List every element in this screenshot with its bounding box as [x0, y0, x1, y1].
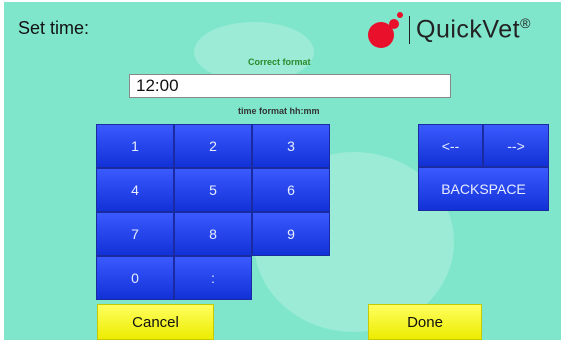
key-1[interactable]: 1 — [96, 124, 174, 168]
quickvet-logo: QuickVet® — [364, 8, 559, 52]
key-0[interactable]: 0 — [96, 256, 174, 300]
time-format-hint: time format hh:mm — [238, 106, 320, 116]
cursor-left-button[interactable]: <-- — [418, 124, 483, 167]
logo-text: QuickVet® — [416, 15, 531, 44]
key-6[interactable]: 6 — [252, 168, 330, 212]
backspace-button[interactable]: BACKSPACE — [418, 167, 549, 211]
drop-logo-icon — [368, 12, 403, 48]
done-button[interactable]: Done — [368, 304, 482, 340]
key-8[interactable]: 8 — [174, 212, 252, 256]
key-colon[interactable]: : — [174, 256, 252, 300]
set-time-screen: Set time: QuickVet® Correct format time … — [4, 2, 561, 340]
key-3[interactable]: 3 — [252, 124, 330, 168]
key-9[interactable]: 9 — [252, 212, 330, 256]
key-7[interactable]: 7 — [96, 212, 174, 256]
key-2[interactable]: 2 — [174, 124, 252, 168]
page-title: Set time: — [18, 18, 90, 38]
key-4[interactable]: 4 — [96, 168, 174, 212]
key-5[interactable]: 5 — [174, 168, 252, 212]
cursor-right-button[interactable]: --> — [483, 124, 549, 167]
format-valid-hint: Correct format — [248, 57, 311, 67]
time-input[interactable] — [129, 74, 451, 98]
background-shape — [194, 22, 314, 82]
logo-divider — [409, 16, 410, 44]
cancel-button[interactable]: Cancel — [97, 304, 214, 340]
